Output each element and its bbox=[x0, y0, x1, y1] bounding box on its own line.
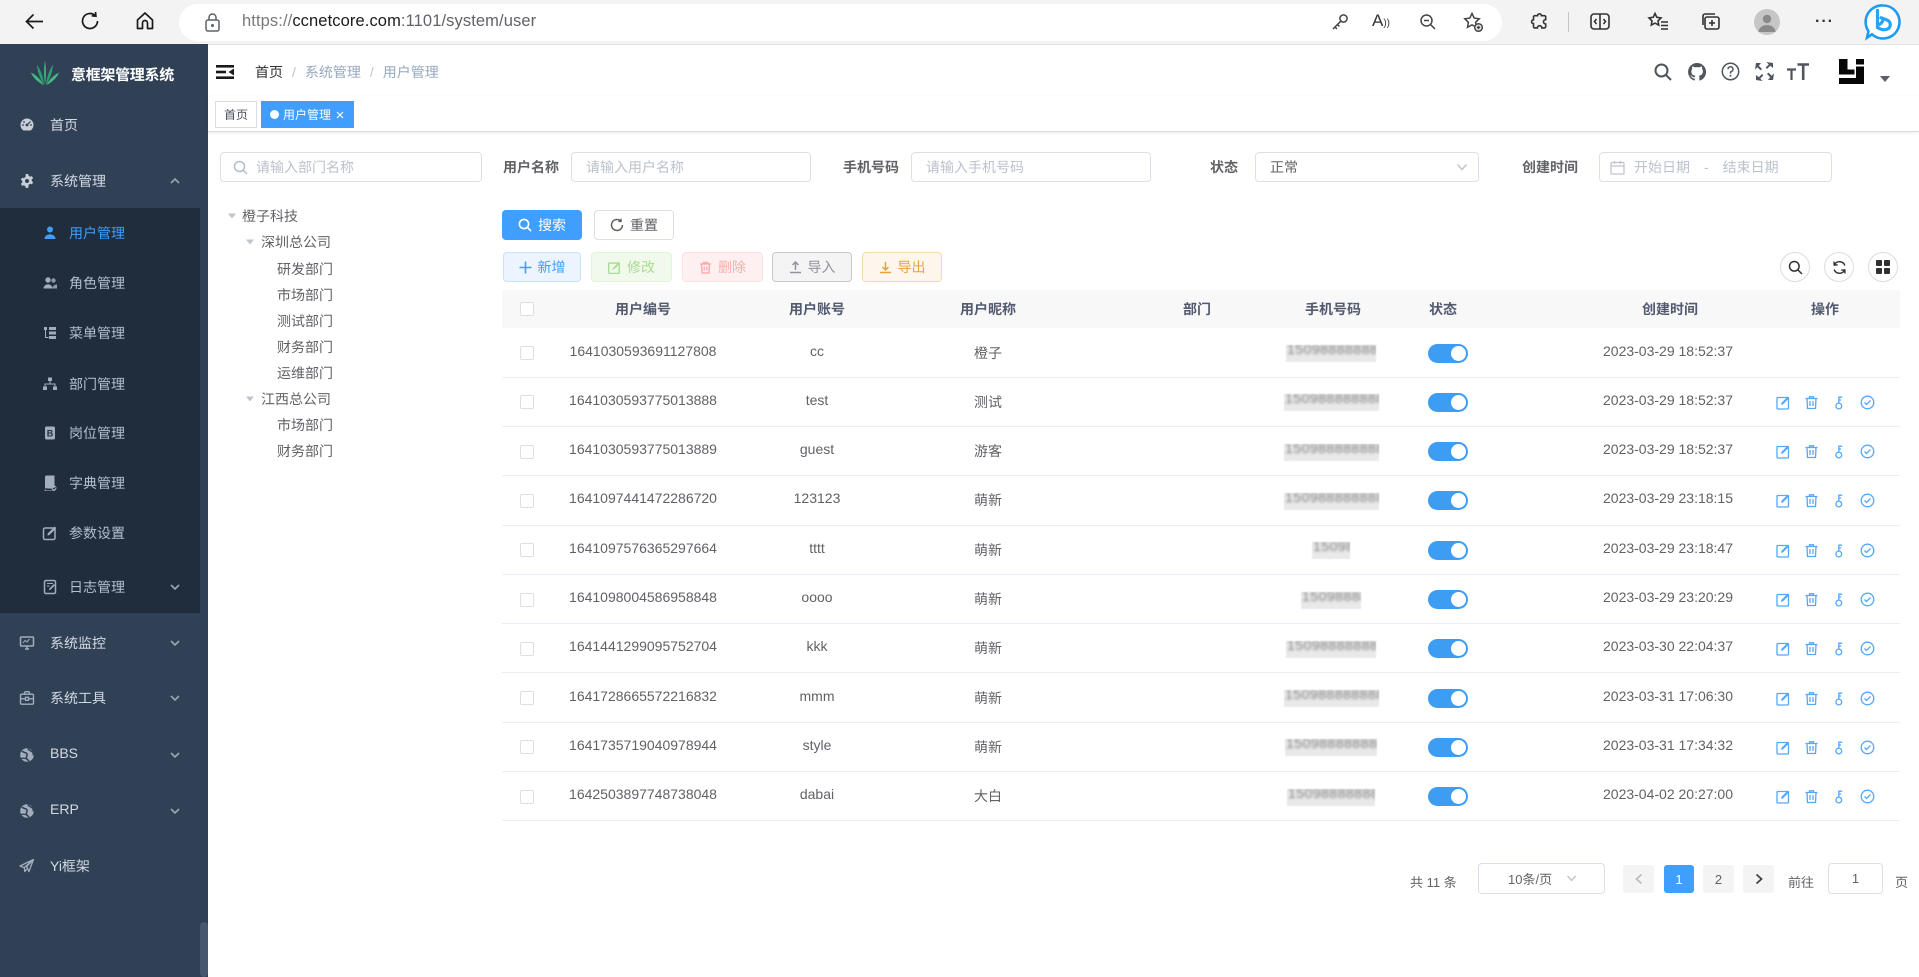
svg-text:B: B bbox=[47, 429, 54, 439]
